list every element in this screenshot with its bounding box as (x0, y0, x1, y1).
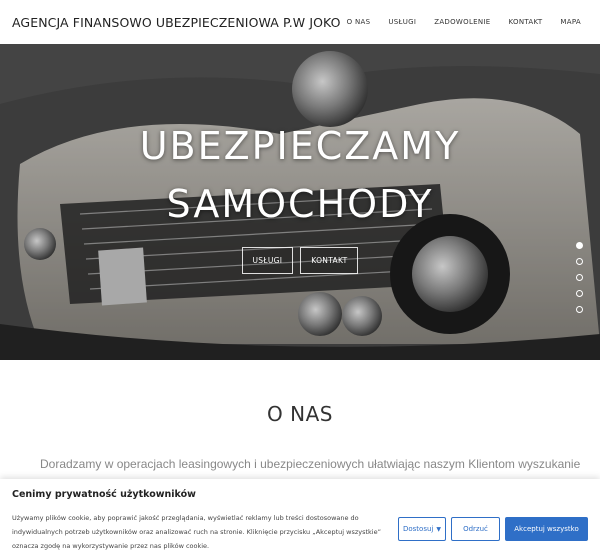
about-title: O NAS (267, 402, 333, 426)
chevron-down-icon: ▼ (436, 525, 441, 533)
slider-dot-5[interactable] (576, 306, 583, 313)
slider-dot-3[interactable] (576, 274, 583, 281)
nav-item-mapa[interactable]: MAPA (551, 18, 590, 26)
cookie-reject-button[interactable]: Odrzuć (451, 517, 500, 541)
slider-dots (576, 242, 583, 313)
nav-item-o-nas[interactable]: O NAS (338, 18, 380, 26)
hero-contact-button[interactable]: KONTAKT (300, 247, 359, 274)
hero-title-line1: UBEZPIECZAMY (139, 124, 461, 168)
about-text: Doradzamy w operacjach leasingowych i ub… (40, 457, 580, 471)
nav-item-kontakt[interactable]: KONTAKT (500, 18, 552, 26)
hero-buttons: USŁUGI KONTAKT (0, 247, 600, 274)
cookie-customize-button[interactable]: Dostosuj ▼ (398, 517, 446, 541)
slider-dot-4[interactable] (576, 290, 583, 297)
main-nav: O NAS USŁUGI ZADOWOLENIE KONTAKT MAPA (338, 0, 590, 44)
site-logo[interactable]: AGENCJA FINANSOWO UBEZPIECZENIOWA P.W JO… (12, 15, 341, 30)
hero-services-button[interactable]: USŁUGI (241, 247, 294, 274)
hero-slider: UBEZPIECZAMY SAMOCHODY USŁUGI KONTAKT (0, 44, 600, 360)
slider-dot-2[interactable] (576, 258, 583, 265)
nav-item-uslugi[interactable]: USŁUGI (379, 18, 425, 26)
slider-dot-1[interactable] (576, 242, 583, 249)
cookie-customize-label: Dostosuj (402, 525, 434, 533)
cookie-accept-button[interactable]: Akceptuj wszystko (505, 517, 588, 541)
site-header: AGENCJA FINANSOWO UBEZPIECZENIOWA P.W JO… (0, 0, 600, 44)
cookie-text: Używamy plików cookie, aby poprawić jako… (12, 514, 381, 550)
nav-item-zadowolenie[interactable]: ZADOWOLENIE (425, 18, 499, 26)
cookie-title: Cenimy prywatność użytkowników (12, 489, 196, 500)
hero-title-line2: SAMOCHODY (166, 182, 434, 226)
